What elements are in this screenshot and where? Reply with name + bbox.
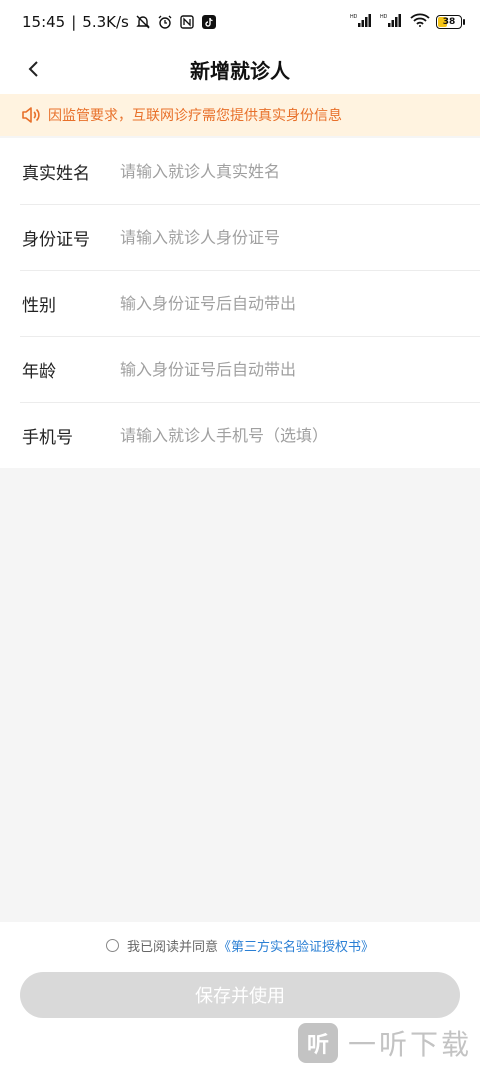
wifi-icon bbox=[410, 13, 430, 31]
notice-text: 因监管要求，互联网诊疗需您提供真实身份信息 bbox=[48, 108, 342, 124]
idcard-input[interactable] bbox=[118, 226, 452, 248]
tiktok-icon bbox=[201, 14, 217, 30]
agreement-row: 我已阅读并同意 《第三方实名验证授权书》 bbox=[0, 936, 480, 955]
patient-form: 真实姓名 身份证号 性别 年龄 手机号 bbox=[0, 138, 480, 468]
battery-level: 38 bbox=[442, 17, 456, 27]
bottom-panel: 我已阅读并同意 《第三方实名验证授权书》 保存并使用 听 一听下载 bbox=[0, 922, 480, 1067]
status-bar: 15:45 | 5.3K/s HD HD 38 bbox=[0, 0, 480, 44]
nfc-icon bbox=[179, 14, 195, 30]
phone-label: 手机号 bbox=[22, 427, 73, 448]
signal-icon-2: HD bbox=[380, 13, 404, 31]
status-left: 15:45 | 5.3K/s bbox=[22, 13, 217, 31]
gender-input[interactable] bbox=[118, 292, 452, 314]
mute-bell-icon bbox=[135, 14, 151, 30]
watermark-text: 一听下载 bbox=[347, 1028, 472, 1061]
status-separator: | bbox=[71, 13, 77, 31]
name-label: 真实姓名 bbox=[22, 163, 90, 184]
watermark: 听 一听下载 bbox=[297, 1023, 472, 1063]
page-title: 新增就诊人 bbox=[190, 58, 290, 83]
form-row-gender: 性别 bbox=[0, 270, 480, 336]
name-input[interactable] bbox=[118, 160, 452, 182]
watermark-logo: 听 bbox=[297, 1023, 338, 1063]
form-row-age: 年龄 bbox=[0, 336, 480, 402]
status-time: 15:45 bbox=[22, 13, 66, 31]
status-speed: 5.3K/s bbox=[82, 13, 129, 31]
form-row-phone: 手机号 bbox=[0, 402, 480, 468]
phone-input[interactable] bbox=[118, 424, 452, 446]
alarm-icon bbox=[157, 14, 173, 30]
gender-label: 性别 bbox=[22, 295, 56, 316]
radio-icon[interactable] bbox=[105, 939, 119, 952]
form-row-name: 真实姓名 bbox=[0, 138, 480, 204]
age-label: 年龄 bbox=[22, 361, 56, 382]
back-arrow-icon bbox=[28, 61, 38, 77]
form-row-idcard: 身份证号 bbox=[0, 204, 480, 270]
age-input[interactable] bbox=[118, 358, 452, 380]
save-button[interactable]: 保存并使用 bbox=[20, 972, 460, 1018]
agreement-prefix: 我已阅读并同意 bbox=[126, 940, 218, 955]
svg-text:HD: HD bbox=[380, 14, 388, 20]
nav-bar: 新增就诊人 bbox=[0, 44, 480, 94]
idcard-label: 身份证号 bbox=[22, 229, 90, 250]
notice-banner: 因监管要求，互联网诊疗需您提供真实身份信息 bbox=[0, 94, 480, 136]
signal-icon: HD bbox=[350, 13, 374, 31]
speaker-icon bbox=[20, 104, 42, 126]
status-right: HD HD 38 bbox=[350, 13, 465, 31]
battery-icon: 38 bbox=[436, 15, 465, 29]
svg-text:HD: HD bbox=[350, 14, 358, 20]
back-button[interactable] bbox=[18, 54, 48, 84]
agreement-link[interactable]: 《第三方实名验证授权书》 bbox=[218, 936, 374, 955]
